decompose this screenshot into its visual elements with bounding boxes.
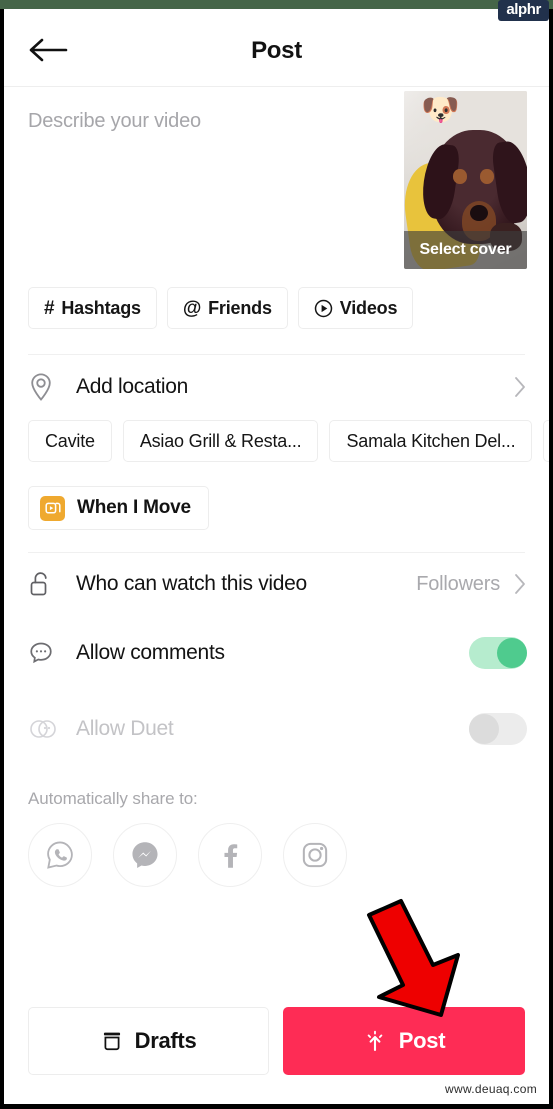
app-header: Post — [4, 9, 549, 87]
add-location-row[interactable]: Add location — [4, 355, 549, 419]
allow-duet-toggle[interactable] — [469, 713, 527, 745]
composer-area: Describe your video 🐶 Select cover — [4, 87, 549, 287]
privacy-row[interactable]: Who can watch this video Followers — [4, 553, 549, 615]
hashtag-icon: # — [44, 297, 55, 319]
videos-label: Videos — [339, 297, 398, 318]
messenger-icon — [132, 842, 158, 868]
drafts-box-icon — [103, 1032, 120, 1051]
allow-duet-label: Allow Duet — [76, 717, 174, 740]
page-title: Post — [251, 37, 302, 64]
phone-screenshot: alphr Post Describe your video 🐶 Select … — [0, 0, 553, 1109]
location-chip[interactable]: Asiao Grill & Resta... — [122, 420, 319, 462]
location-chip[interactable]: Ne — [543, 420, 549, 462]
allow-comments-label: Allow comments — [76, 641, 225, 664]
location-pin-icon — [28, 372, 60, 402]
share-facebook-button[interactable] — [198, 823, 262, 887]
drafts-button[interactable]: Drafts — [28, 1007, 269, 1075]
location-chip[interactable]: Cavite — [28, 420, 112, 462]
phone-frame-bottom — [0, 1104, 553, 1109]
post-label: Post — [398, 1028, 446, 1053]
hashtags-label: Hashtags — [61, 297, 141, 318]
allow-comments-row[interactable]: Allow comments — [4, 615, 549, 691]
share-whatsapp-button[interactable] — [28, 823, 92, 887]
cover-thumbnail[interactable]: 🐶 Select cover — [404, 91, 527, 269]
videos-button[interactable]: Videos — [297, 287, 414, 329]
hashtags-button[interactable]: # Hashtags — [28, 287, 157, 329]
select-cover-button[interactable]: Select cover — [404, 231, 527, 269]
bottom-action-bar: Drafts Post — [4, 1007, 549, 1075]
share-section-title: Automatically share to: — [28, 789, 198, 808]
at-sign-icon: @ — [182, 297, 202, 319]
drafts-label: Drafts — [134, 1028, 197, 1053]
tag-buttons-row: # Hashtags @ Friends Videos — [4, 287, 549, 329]
friends-button[interactable]: @ Friends — [166, 287, 288, 329]
post-upload-icon — [367, 1030, 383, 1052]
share-targets-row — [4, 809, 549, 887]
comment-bubble-icon — [28, 640, 60, 666]
location-chip[interactable]: Samala Kitchen Del... — [329, 420, 533, 462]
add-location-label: Add location — [76, 375, 188, 398]
facebook-icon — [224, 844, 238, 868]
privacy-value: Followers — [416, 572, 500, 595]
instagram-icon — [302, 842, 328, 868]
chevron-right-icon — [515, 377, 525, 397]
whatsapp-icon — [47, 841, 73, 869]
alphr-watermark: alphr — [498, 0, 549, 21]
sound-button[interactable]: When I Move — [28, 486, 209, 530]
site-credit: www.deuaq.com — [445, 1082, 537, 1096]
top-green-strip — [0, 0, 553, 9]
duet-icon — [28, 717, 60, 741]
music-row: When I Move — [4, 463, 549, 530]
friends-label: Friends — [208, 297, 272, 318]
privacy-label: Who can watch this video — [76, 572, 307, 595]
sound-label: When I Move — [77, 497, 191, 518]
phone-frame-right — [549, 9, 553, 1109]
post-screen: Post Describe your video 🐶 Select cover … — [4, 9, 549, 1104]
play-circle-icon — [314, 299, 333, 318]
share-messenger-button[interactable] — [113, 823, 177, 887]
allow-duet-row[interactable]: Allow Duet — [4, 691, 549, 767]
location-suggestions-row[interactable]: Cavite Asiao Grill & Resta... Samala Kit… — [4, 419, 549, 463]
chevron-right-icon — [515, 574, 525, 594]
video-effect-icon — [40, 495, 65, 521]
dog-face-sticker: 🐶 — [421, 92, 460, 127]
post-button[interactable]: Post — [283, 1007, 525, 1075]
unlock-icon — [28, 570, 60, 598]
allow-comments-toggle[interactable] — [469, 637, 527, 669]
share-instagram-button[interactable] — [283, 823, 347, 887]
